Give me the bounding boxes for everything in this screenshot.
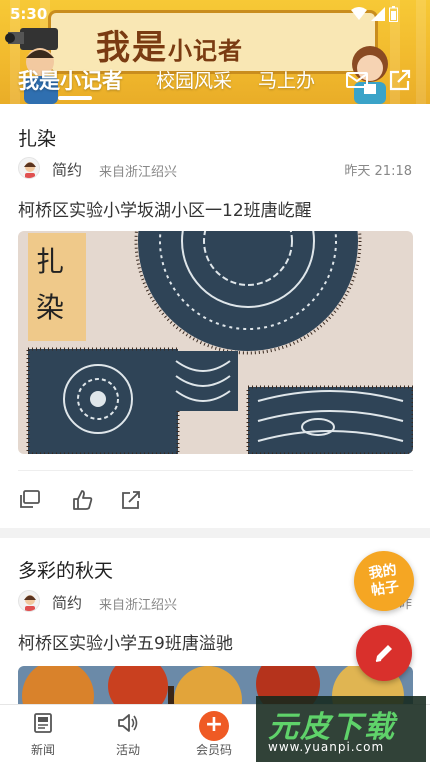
nav-label: 会员码 — [195, 743, 232, 757]
post-time: 昨天 21:18 — [344, 164, 412, 179]
share-icon[interactable] — [120, 489, 142, 511]
post-image[interactable]: 扎 染 — [18, 231, 413, 454]
avatar-face-icon — [24, 595, 36, 611]
artwork-label-text: 染 — [36, 291, 64, 324]
artwork-label-text: 扎 — [36, 245, 64, 278]
nav-item-news[interactable]: 新闻 — [13, 711, 73, 758]
post-text[interactable]: 柯桥区实验小学坂湖小区一12班唐屹醒 — [18, 196, 312, 221]
tab-campus[interactable]: 校园风采 — [156, 66, 232, 93]
watermark: 元皮下载 www.yuanpi.com — [256, 696, 426, 762]
author-name[interactable]: 简约 — [52, 592, 82, 613]
my-posts-label: 我的帖子 — [367, 562, 401, 599]
nav-item-activity[interactable]: 活动 — [98, 711, 158, 758]
newspaper-icon — [34, 713, 52, 733]
action-divider — [18, 470, 413, 471]
app-header: 我是小记者 5:30 我是小记者 校园风采 马上办 — [0, 0, 430, 104]
mail-icon[interactable] — [345, 68, 369, 92]
compose-button[interactable] — [356, 625, 412, 681]
banner-title-small: 小记者 — [168, 37, 243, 65]
nav-item-member-code[interactable]: + 会员码 — [184, 711, 244, 758]
author-name[interactable]: 简约 — [52, 159, 82, 180]
signal-icon — [371, 7, 385, 21]
post-source: 来自浙江绍兴 — [99, 598, 178, 613]
comment-icon[interactable] — [19, 489, 41, 511]
nav-label: 活动 — [115, 743, 140, 757]
pencil-icon — [375, 645, 392, 662]
post-feed[interactable]: 扎染 简约 来自浙江绍兴 昨天 21:18 柯桥区实验小学坂湖小区一12班唐屹醒 — [0, 104, 430, 704]
tab-quick-service[interactable]: 马上办 — [258, 66, 315, 93]
post-title[interactable]: 多彩的秋天 — [18, 556, 113, 583]
nav-label: 新闻 — [30, 743, 55, 757]
tab-reporter[interactable]: 我是小记者 — [18, 65, 123, 95]
speaker-icon — [118, 714, 138, 732]
tab-indicator — [58, 96, 92, 100]
post-source: 来自浙江绍兴 — [99, 165, 178, 180]
share-icon[interactable] — [388, 68, 412, 92]
avatar[interactable] — [18, 157, 40, 179]
post-card[interactable]: 扎染 简约 来自浙江绍兴 昨天 21:18 柯桥区实验小学坂湖小区一12班唐屹醒 — [0, 104, 430, 528]
avatar[interactable] — [18, 590, 40, 612]
plus-icon: + — [199, 711, 229, 741]
status-bar: 5:30 — [0, 0, 430, 28]
post-text[interactable]: 柯桥区实验小学五9班唐溢驰 — [18, 629, 233, 654]
wifi-icon — [351, 7, 367, 20]
section-gap — [0, 528, 430, 538]
avatar-face-icon — [24, 162, 36, 178]
tie-dye-artwork-image: 扎 染 — [18, 231, 413, 454]
status-time: 5:30 — [10, 5, 48, 23]
watermark-url: www.yuanpi.com — [268, 740, 385, 754]
like-icon[interactable] — [71, 489, 93, 511]
post-title[interactable]: 扎染 — [18, 124, 56, 151]
battery-icon — [389, 6, 398, 22]
status-icons — [351, 6, 398, 22]
top-tabs: 我是小记者 校园风采 马上办 — [0, 62, 430, 102]
